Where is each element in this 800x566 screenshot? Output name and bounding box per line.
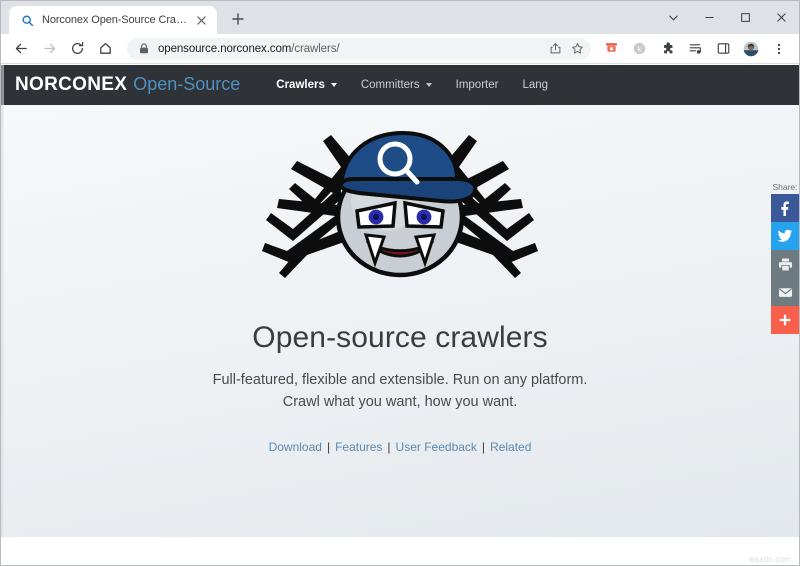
link-features[interactable]: Features: [332, 440, 385, 454]
envelope-icon: [778, 287, 792, 297]
nav-item-importer[interactable]: Importer: [444, 79, 511, 91]
hero-subtitle: Full-featured, flexible and extensible. …: [1, 369, 799, 414]
url-domain: opensource.norconex.com: [158, 42, 292, 55]
plus-icon: [779, 314, 791, 326]
hero-section: Open-source crawlers Full-featured, flex…: [1, 105, 799, 454]
home-icon[interactable]: [92, 36, 118, 62]
nav-item-lang[interactable]: Lang: [510, 79, 560, 91]
brand-name: NORCONEX: [15, 74, 127, 96]
nav-item-crawlers[interactable]: Crawlers: [264, 79, 349, 91]
close-icon[interactable]: [763, 1, 799, 34]
site-logo[interactable]: NORCONEX Open-Source: [15, 74, 240, 96]
page-title: Open-source crawlers: [252, 321, 548, 354]
link-separator: |: [326, 439, 331, 454]
chevron-down-icon: [425, 83, 432, 87]
facebook-share-button[interactable]: [771, 194, 799, 222]
browser-toolbar: opensource.norconex.com/crawlers/ k: [1, 34, 799, 64]
printer-icon: [778, 258, 792, 270]
site-navbar: NORCONEX Open-Source Crawlers Committers…: [1, 65, 799, 105]
web-page: NORCONEX Open-Source Crawlers Committers…: [1, 65, 799, 537]
link-user-feedback[interactable]: User Feedback: [393, 440, 480, 454]
avatar-icon[interactable]: [738, 36, 764, 62]
address-bar[interactable]: opensource.norconex.com/crawlers/: [127, 37, 591, 60]
nav-label: Committers: [360, 79, 420, 91]
twitter-share-button[interactable]: [771, 222, 799, 250]
url-path: /crawlers/: [291, 42, 340, 55]
print-share-button[interactable]: [771, 250, 799, 278]
hero-subtitle-line1: Full-featured, flexible and extensible. …: [212, 372, 588, 388]
reading-list-icon[interactable]: [682, 36, 708, 62]
spider-mascot-icon: [262, 130, 538, 278]
chevron-down-icon: [330, 83, 337, 87]
url-text: opensource.norconex.com/crawlers/: [158, 43, 543, 55]
share-icon[interactable]: [545, 39, 565, 59]
facebook-icon: [780, 200, 789, 216]
share-label: Share:: [772, 182, 798, 192]
minimize-icon[interactable]: [691, 1, 727, 34]
nav-item-committers[interactable]: Committers: [349, 79, 444, 91]
lock-icon: [137, 43, 151, 54]
brand-tagline: Open-Source: [133, 74, 241, 94]
link-separator: |: [481, 439, 486, 454]
nav-label: Crawlers: [276, 79, 325, 91]
close-icon[interactable]: [193, 12, 209, 28]
watermark: wsxdn.com: [749, 555, 791, 564]
link-download[interactable]: Download: [266, 440, 325, 454]
more-share-button[interactable]: [771, 306, 799, 334]
email-share-button[interactable]: [771, 278, 799, 306]
brand-text-norconex: NORCONEX: [15, 74, 128, 95]
site-nav-items: Crawlers Committers Importer Lang: [264, 79, 560, 91]
maximize-icon[interactable]: [727, 1, 763, 34]
svg-text:k: k: [637, 45, 641, 54]
tab-title: Norconex Open-Source Crawlers: [42, 14, 188, 26]
share-bar: Share:: [771, 182, 799, 334]
hero-links: Download | Features | User Feedback | Related: [1, 440, 799, 454]
back-arrow-icon[interactable]: [8, 36, 34, 62]
star-icon[interactable]: [567, 39, 587, 59]
page-left-edge: [1, 65, 4, 537]
new-tab-button[interactable]: [225, 6, 251, 32]
link-separator: |: [387, 439, 391, 454]
window-controls: [655, 1, 799, 34]
extension-red-icon[interactable]: [598, 36, 624, 62]
puzzle-icon[interactable]: [654, 36, 680, 62]
browser-window: Norconex Open-Source Crawlers opensource…: [0, 0, 800, 566]
reload-icon[interactable]: [64, 36, 90, 62]
nav-label: Lang: [522, 79, 549, 91]
magnifier-icon: [19, 12, 35, 28]
hero-subtitle-line2: Crawl what you want, how you want.: [282, 394, 518, 411]
disabled-extension-icon[interactable]: k: [626, 36, 652, 62]
twitter-icon: [777, 229, 793, 242]
link-related[interactable]: Related: [487, 440, 534, 454]
chevron-down-icon[interactable]: [655, 1, 691, 34]
page-viewport: NORCONEX Open-Source Crawlers Committers…: [1, 65, 799, 565]
tab-strip: Norconex Open-Source Crawlers: [1, 1, 799, 34]
kebab-menu-icon[interactable]: [766, 36, 792, 62]
side-panel-icon[interactable]: [710, 36, 736, 62]
browser-tab[interactable]: Norconex Open-Source Crawlers: [9, 6, 217, 34]
forward-arrow-icon: [36, 36, 62, 62]
nav-label: Importer: [455, 79, 499, 91]
